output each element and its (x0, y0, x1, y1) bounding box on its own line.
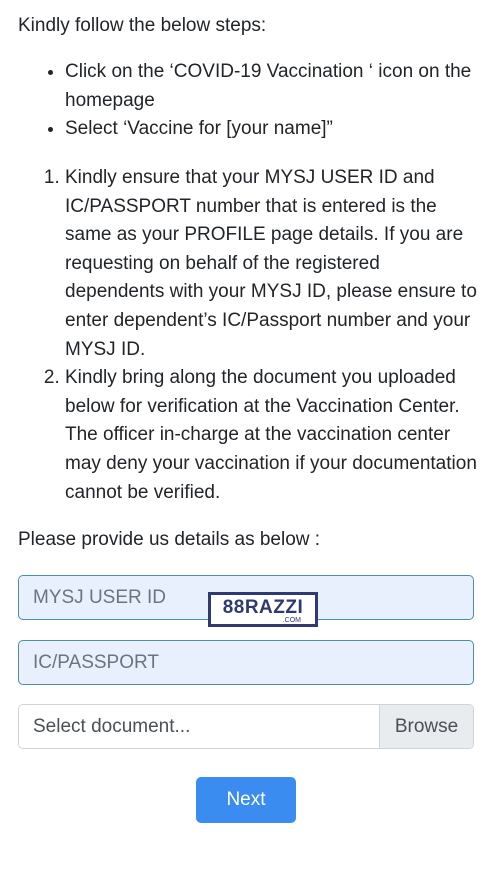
step-item: Click on the ‘COVID-19 Vaccination ‘ ico… (65, 58, 478, 115)
watermark-logo: 88RAZZI .COM (208, 592, 318, 627)
watermark-subtext: .COM (282, 617, 301, 624)
document-file-picker[interactable]: Select document... Browse (18, 704, 474, 749)
ic-passport-input[interactable] (18, 640, 474, 685)
step-item: Select ‘Vaccine for [your name]” (65, 115, 478, 144)
next-button[interactable]: Next (196, 777, 296, 823)
document-file-label[interactable]: Select document... (19, 705, 379, 748)
browse-button[interactable]: Browse (379, 705, 473, 748)
note-item: Kindly bring along the document you uplo… (65, 364, 483, 507)
note-item: Kindly ensure that your MYSJ USER ID and… (65, 164, 483, 364)
form-lead-text: Please provide us details as below : (18, 529, 321, 550)
notes-list: Kindly ensure that your MYSJ USER ID and… (18, 164, 483, 507)
watermark-text: 88RAZZI (222, 597, 304, 618)
vaccination-form-page: Kindly follow the below steps: Click on … (0, 0, 491, 870)
steps-list: Click on the ‘COVID-19 Vaccination ‘ ico… (18, 58, 478, 144)
intro-text: Kindly follow the below steps: (18, 15, 267, 36)
